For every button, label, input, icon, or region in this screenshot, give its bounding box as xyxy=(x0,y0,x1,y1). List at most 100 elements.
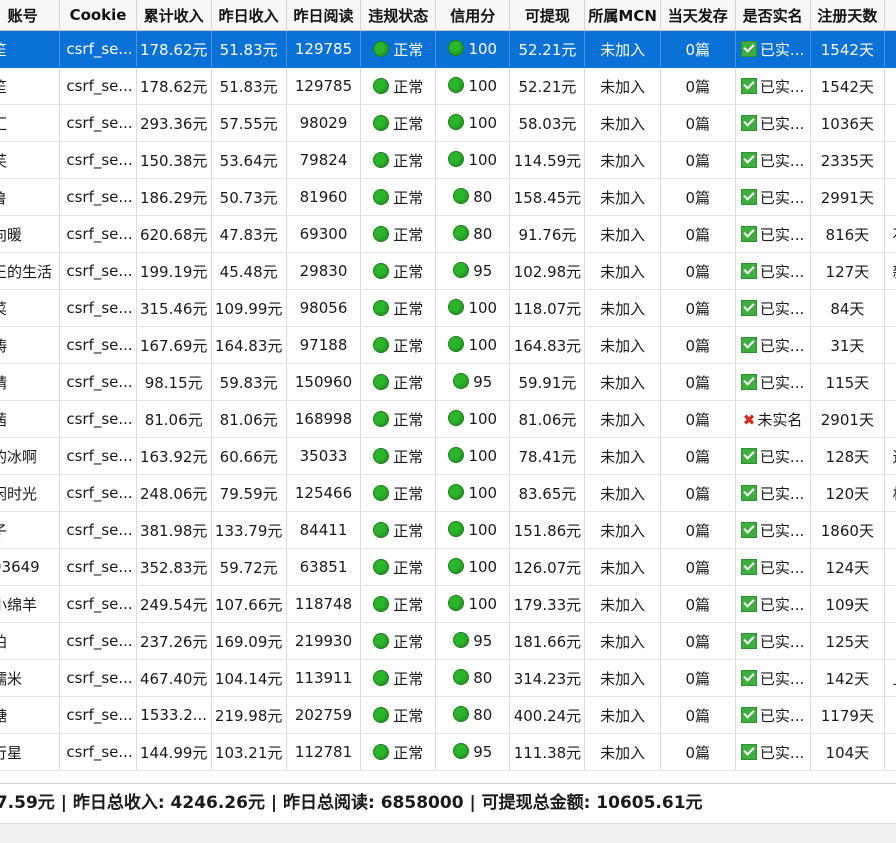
register-days-cell: 2901天 xyxy=(810,400,886,438)
column-header-col-total-income[interactable]: 累计收入 xyxy=(136,0,212,31)
violation-status-cell: 正常 xyxy=(360,548,437,586)
table-row[interactable]: 闲时光csrf_se...248.06元79.59元125466 正常 100 83.… xyxy=(0,474,896,512)
yesterday-income-cell: 45.48元 xyxy=(211,252,287,290)
column-header-col-cookie[interactable]: Cookie xyxy=(59,0,137,31)
yesterday-income-cell: 133.79元 xyxy=(211,511,287,549)
realname-cell: 已实... xyxy=(735,622,811,660)
mcn-cell: 未加入 xyxy=(584,696,661,734)
total-income-cell: 98.15元 xyxy=(136,363,212,401)
register-days-cell: 115天 xyxy=(810,363,886,401)
table-row[interactable]: 向暖csrf_se...620.68元47.83元69300 正常 80 91.76元… xyxy=(0,215,896,253)
status-dot-icon xyxy=(373,188,390,205)
table-row[interactable]: 笙csrf_se...178.62元51.83元129785 正常 100 52.21… xyxy=(0,67,896,105)
credit-score-cell: 95 xyxy=(435,622,511,660)
withdrawable-cell: 118.07元 xyxy=(509,289,586,327)
accounts-grid[interactable]: 账号 Cookie 累计收入 昨日收入 昨日阅读 违规状态 信用分 可提现 所属MCN 当天发存是… xyxy=(0,0,896,783)
column-header-col-register-days[interactable]: 注册天数 xyxy=(810,0,886,31)
withdrawable-cell: 126.07元 xyxy=(509,548,586,586)
yesterday-reads-cell: 168998 xyxy=(286,400,362,438)
table-row[interactable]: 涛csrf_se...167.69元164.83元97188正常100164.8… xyxy=(0,326,896,364)
table-row[interactable]: 糖csrf_se...1533.2...219.98元202759 正常 80 400… xyxy=(0,696,896,734)
cookie-cell: csrf_se... xyxy=(59,252,137,290)
withdrawable-cell: 83.65元 xyxy=(509,474,586,512)
credit-score-cell-text: 100 xyxy=(468,299,498,317)
register-days-cell: 109天 xyxy=(810,585,886,623)
total-income-cell: 315.46元 xyxy=(136,289,212,327)
checkbox-checked-icon xyxy=(740,77,757,94)
column-header-col-credit-score[interactable]: 信用分 xyxy=(435,0,511,31)
column-header-col-violation-status[interactable]: 违规状态 xyxy=(360,0,437,31)
account-name-cell: 笙 xyxy=(0,30,61,68)
register-days-cell: 125天 xyxy=(810,622,886,660)
violation-status-cell-text: 正常 xyxy=(393,40,424,59)
violation-status-cell: 正常 xyxy=(360,289,437,327)
credit-score-cell-text: 80 xyxy=(473,706,493,724)
table-row[interactable]: 子csrf_se...381.98元133.79元84411 正常 100 151.8… xyxy=(0,511,896,549)
table-row[interactable]: 柏csrf_se...237.26元169.09元219930 正常 95 181.6… xyxy=(0,622,896,660)
checkbox-checked-icon xyxy=(740,373,757,390)
realname-cell-text: 已实... xyxy=(759,225,805,244)
status-dot-icon xyxy=(373,336,390,353)
extra-cell xyxy=(884,30,896,68)
column-header-col-yesterday-income[interactable]: 昨日收入 xyxy=(211,0,287,31)
column-header-col-extra[interactable] xyxy=(884,0,896,31)
total-income-cell: 150.38元 xyxy=(136,141,212,179)
mcn-cell: 未加入 xyxy=(584,622,661,660)
table-row[interactable]: 鲁csrf_se...186.29元50.73元81960 正常 80 158.45元… xyxy=(0,178,896,216)
yesterday-income-cell: 107.66元 xyxy=(211,585,287,623)
withdrawable-cell: 52.21元 xyxy=(509,30,586,68)
checkbox-checked-icon xyxy=(740,114,757,131)
account-name-cell: 汇 xyxy=(0,104,61,142)
status-dot-icon xyxy=(373,558,390,575)
column-header-col-withdrawable[interactable]: 可提现 xyxy=(509,0,586,31)
withdrawable-cell: 81.06元 xyxy=(509,400,586,438)
daily-posts-cell: 0篇 xyxy=(660,548,736,586)
table-row[interactable]: 笙csrf_se...178.62元51.83元129785 正常 100 52.21… xyxy=(0,30,896,68)
table-row[interactable]: 汇csrf_se...293.36元57.55元98029 正常 100 58.03元… xyxy=(0,104,896,142)
credit-score-cell-text: 80 xyxy=(473,225,493,243)
mcn-cell: 未加入 xyxy=(584,104,661,142)
violation-status-cell-text: 正常 xyxy=(393,447,424,466)
violation-status-cell-text: 正常 xyxy=(393,521,424,540)
table-row[interactable]: 小绵羊csrf_se...249.54元107.66元118748 正常 100 17… xyxy=(0,585,896,623)
table-row[interactable]: 芙csrf_se...150.38元53.64元79824 正常 100 114.59… xyxy=(0,141,896,179)
cross-icon: ✖ xyxy=(742,410,756,429)
column-header-col-realname[interactable]: 是否实名 xyxy=(735,0,811,31)
register-days-cell: 124天 xyxy=(810,548,886,586)
checkbox-checked-icon xyxy=(740,706,757,723)
violation-status-cell: 正常 xyxy=(360,400,437,438)
table-row[interactable]: 的冰啊csrf_se...163.92元60.66元35033 正常 100 78.4… xyxy=(0,437,896,475)
table-row[interactable]: 王的生活csrf_se...199.19元45.48元29830 正常 95 102.… xyxy=(0,252,896,290)
realname-cell: 已实... xyxy=(735,659,811,697)
column-header-col-daily-posts[interactable]: 当天发存 xyxy=(660,0,736,31)
account-name-cell: 向暖 xyxy=(0,215,61,253)
status-dot-icon xyxy=(373,595,390,612)
account-name-cell: 子 xyxy=(0,511,61,549)
status-dot-icon xyxy=(373,632,390,649)
table-row[interactable]: 糯米csrf_se...467.40元104.14元113911 正常 80 314.… xyxy=(0,659,896,697)
table-row[interactable]: 晴csrf_se...98.15元59.83元150960 正常 95 59.91元未… xyxy=(0,363,896,401)
credit-score-cell: 95 xyxy=(435,363,511,401)
credit-score-cell-text: 95 xyxy=(473,373,493,391)
daily-posts-cell: 0篇 xyxy=(660,141,736,179)
credit-score-cell-text: 100 xyxy=(468,595,498,613)
daily-posts-cell: 0篇 xyxy=(660,215,736,253)
register-days-cell: 1860天 xyxy=(810,511,886,549)
total-income-cell: 249.54元 xyxy=(136,585,212,623)
table-row[interactable]: 行星csrf_se...144.99元103.21元112781 正常 95 111.… xyxy=(0,733,896,771)
cookie-cell: csrf_se... xyxy=(59,585,137,623)
table-row[interactable]: 93649csrf_se...352.83元59.72元63851 正常 100 12… xyxy=(0,548,896,586)
credit-score-cell: 100 xyxy=(435,30,511,68)
daily-posts-cell: 0篇 xyxy=(660,289,736,327)
yesterday-reads-cell: 98056 xyxy=(286,289,362,327)
column-header-col-account[interactable]: 账号 xyxy=(0,0,61,31)
yesterday-income-cell: 103.21元 xyxy=(211,733,287,771)
column-header-col-mcn[interactable]: 所属MCN xyxy=(584,0,661,31)
status-dot-icon xyxy=(448,114,465,130)
realname-cell: 已实... xyxy=(735,474,811,512)
yesterday-reads-cell: 202759 xyxy=(286,696,362,734)
status-dot-icon xyxy=(373,669,390,686)
table-row[interactable]: 茜csrf_se...81.06元81.06元168998正常10081.06元… xyxy=(0,400,896,438)
column-header-col-yesterday-reads[interactable]: 昨日阅读 xyxy=(286,0,362,31)
table-row[interactable]: 菜csrf_se...315.46元109.99元98056 正常 100 118.0… xyxy=(0,289,896,327)
